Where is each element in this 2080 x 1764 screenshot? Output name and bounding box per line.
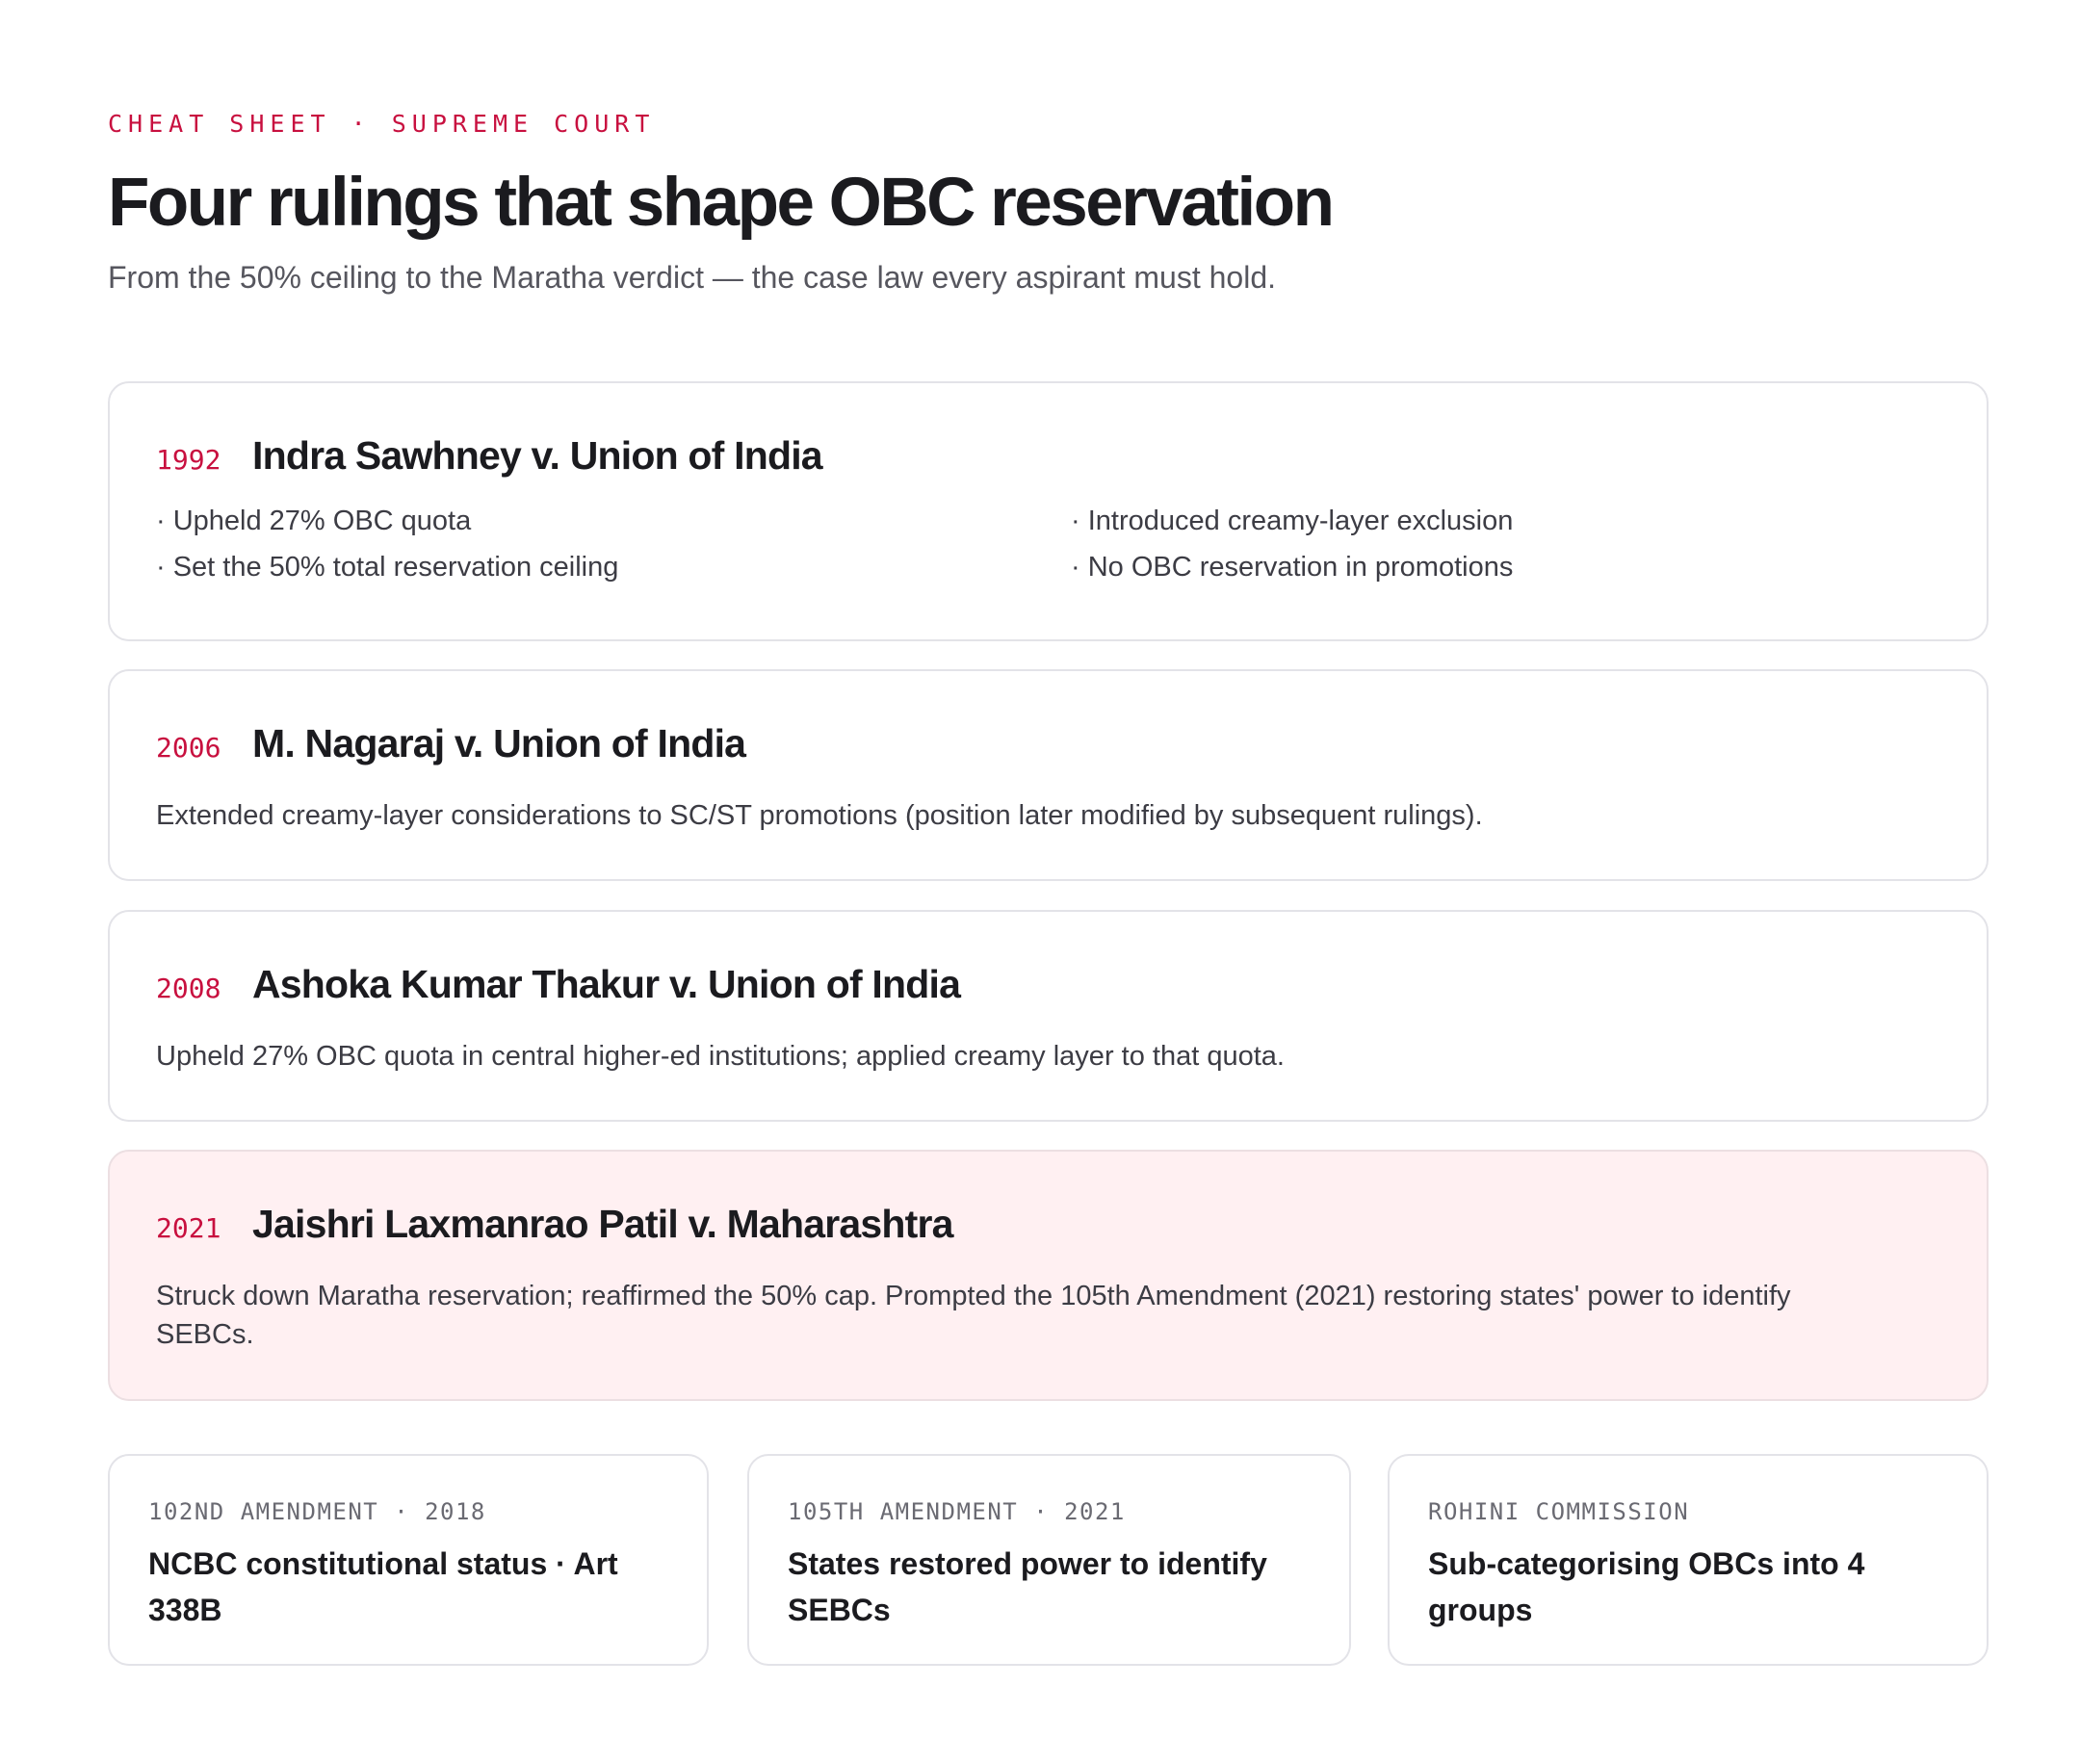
ruling-header: 2021 Jaishri Laxmanrao Patil v. Maharash…: [156, 1202, 953, 1247]
fact-text: Sub-categorising OBCs into 4 groups: [1428, 1546, 1865, 1627]
ruling-case-name: Jaishri Laxmanrao Patil v. Maharashtra: [252, 1202, 953, 1246]
fact-card-102nd-amendment: 102ND AMENDMENT · 2018 NCBC constitution…: [108, 1454, 709, 1666]
ruling-year: 2008: [156, 973, 221, 1004]
fact-text: NCBC constitutional status · Art 338B: [148, 1546, 618, 1627]
fact-card-rohini-commission: ROHINI COMMISSION Sub-categorising OBCs …: [1388, 1454, 1989, 1666]
fact-label: 102ND AMENDMENT · 2018: [148, 1498, 486, 1525]
fact-label: 105TH AMENDMENT · 2021: [788, 1498, 1126, 1525]
ruling-card-2008: 2008 Ashoka Kumar Thakur v. Union of Ind…: [108, 910, 1989, 1122]
ruling-case-name: M. Nagaraj v. Union of India: [252, 721, 746, 765]
ruling-year: 2021: [156, 1212, 221, 1244]
ruling-description: Struck down Maratha reservation; reaffir…: [156, 1281, 1791, 1350]
fact-label: ROHINI COMMISSION: [1428, 1498, 1690, 1525]
ruling-card-2021: 2021 Jaishri Laxmanrao Patil v. Maharash…: [108, 1150, 1989, 1401]
ruling-points: · Upheld 27% OBC quota · Introduced crea…: [156, 506, 1947, 582]
ruling-case-name: Indra Sawhney v. Union of India: [252, 433, 823, 478]
eyebrow-label: CHEAT SHEET · SUPREME COURT: [108, 110, 656, 138]
ruling-point: · Introduced creamy-layer exclusion: [1071, 506, 1514, 536]
ruling-card-1992: 1992 Indra Sawhney v. Union of India · U…: [108, 381, 1989, 641]
ruling-header: 2008 Ashoka Kumar Thakur v. Union of Ind…: [156, 962, 961, 1007]
ruling-description: Upheld 27% OBC quota in central higher-e…: [156, 1041, 1285, 1072]
ruling-point: · Upheld 27% OBC quota: [156, 506, 472, 536]
ruling-case-name: Ashoka Kumar Thakur v. Union of India: [252, 962, 961, 1006]
ruling-description: Extended creamy-layer considerations to …: [156, 800, 1483, 831]
page-title: Four rulings that shape OBC reservation: [108, 165, 1335, 241]
ruling-year: 1992: [156, 444, 221, 476]
page-subtitle: From the 50% ceiling to the Maratha verd…: [108, 260, 1276, 295]
ruling-point: · Set the 50% total reservation ceiling: [156, 552, 619, 583]
fact-text: States restored power to identify SEBCs: [788, 1546, 1267, 1627]
fact-card-105th-amendment: 105TH AMENDMENT · 2021 States restored p…: [747, 1454, 1351, 1666]
ruling-card-2006: 2006 M. Nagaraj v. Union of India Extend…: [108, 669, 1989, 881]
ruling-point: · No OBC reservation in promotions: [1071, 552, 1514, 583]
ruling-header: 2006 M. Nagaraj v. Union of India: [156, 721, 746, 766]
ruling-year: 2006: [156, 732, 221, 764]
ruling-header: 1992 Indra Sawhney v. Union of India: [156, 433, 823, 479]
